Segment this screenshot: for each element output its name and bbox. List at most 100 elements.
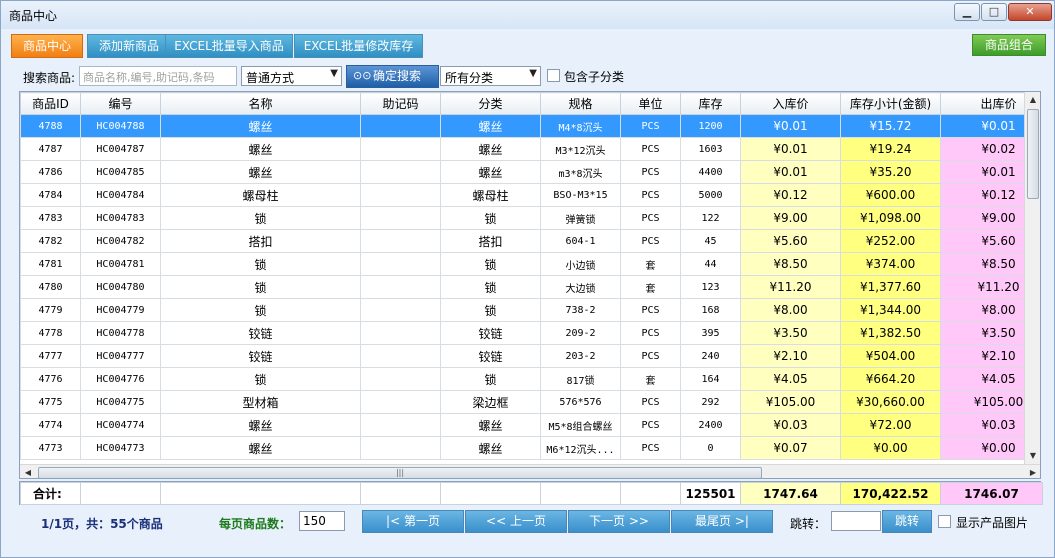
last-page-button[interactable]: 最尾页 >| bbox=[671, 510, 773, 533]
cell-code: HC004776 bbox=[80, 367, 161, 391]
page-info: 1/1页，共：55个商品 bbox=[41, 517, 163, 531]
cell-name: 锁 bbox=[160, 206, 361, 230]
window-title: 商品中心 bbox=[9, 9, 58, 23]
cell-subtotal: ¥600.00 bbox=[840, 183, 941, 207]
col-header-id[interactable]: 商品ID bbox=[20, 92, 81, 115]
tab-product-center[interactable]: 商品中心 bbox=[11, 34, 83, 58]
cell-subtotal: ¥1,377.60 bbox=[840, 275, 941, 299]
table-row[interactable]: 4784 HC004784 螺母柱 螺母柱 BSO-M3*15 PCS 5000 ¥0.12 ¥… bbox=[20, 183, 1040, 207]
search-button-label: 确定搜索 bbox=[373, 69, 422, 83]
cell-id: 4775 bbox=[20, 390, 81, 414]
maximize-button[interactable]: □ bbox=[981, 3, 1007, 21]
cell-subtotal: ¥0.00 bbox=[840, 436, 941, 460]
cell-code: HC004788 bbox=[80, 114, 161, 138]
col-header-subtotal[interactable]: 库存小计(金额) bbox=[840, 92, 941, 115]
cell-mnemonic bbox=[360, 114, 441, 138]
product-group-button[interactable]: 商品组合 bbox=[972, 34, 1046, 56]
cell-code: HC004782 bbox=[80, 229, 161, 253]
cell-stock: 2400 bbox=[680, 413, 741, 437]
cell-stock: 45 bbox=[680, 229, 741, 253]
cell-mnemonic bbox=[360, 229, 441, 253]
show-images-checkbox[interactable] bbox=[938, 515, 951, 528]
cell-code: HC004773 bbox=[80, 436, 161, 460]
scroll-up-icon[interactable]: ▲ bbox=[1025, 92, 1040, 108]
total-out-price: 1746.07 bbox=[940, 482, 1043, 505]
table-row[interactable]: 4787 HC004787 螺丝 螺丝 M3*12沉头 PCS 1603 ¥0.01 ¥19.2… bbox=[20, 137, 1040, 161]
vertical-scrollbar[interactable]: ▲ ▼ bbox=[1024, 92, 1040, 464]
tab-excel-stock[interactable]: EXCEL批量修改库存 bbox=[294, 34, 423, 58]
cell-in-price: ¥0.01 bbox=[740, 160, 841, 184]
cell-unit: PCS bbox=[620, 413, 681, 437]
cell-code: HC004774 bbox=[80, 413, 161, 437]
first-page-button[interactable]: |< 第一页 bbox=[362, 510, 464, 533]
cell-unit: 套 bbox=[620, 252, 681, 276]
col-header-spec[interactable]: 规格 bbox=[540, 92, 621, 115]
category-select[interactable]: 所有分类 ▼ bbox=[440, 66, 541, 86]
cell-category: 搭扣 bbox=[440, 229, 541, 253]
table-row[interactable]: 4773 HC004773 螺丝 螺丝 M6*12沉头... PCS 0 ¥0.07 ¥0.00… bbox=[20, 436, 1040, 460]
cell-code: HC004781 bbox=[80, 252, 161, 276]
prev-page-button[interactable]: << 上一页 bbox=[465, 510, 567, 533]
search-mode-select[interactable]: 普通方式 ▼ bbox=[241, 66, 342, 86]
horizontal-scroll-thumb[interactable]: ||| bbox=[38, 467, 762, 478]
cell-stock: 122 bbox=[680, 206, 741, 230]
col-header-unit[interactable]: 单位 bbox=[620, 92, 681, 115]
vertical-scroll-thumb[interactable] bbox=[1027, 109, 1039, 199]
jump-button[interactable]: 跳转 bbox=[882, 510, 932, 533]
chevron-down-icon: ▼ bbox=[529, 68, 537, 79]
jump-page-input[interactable] bbox=[831, 511, 881, 531]
cell-mnemonic bbox=[360, 344, 441, 368]
cell-spec: 738-2 bbox=[540, 298, 621, 322]
table-row[interactable]: 4776 HC004776 锁锁 817锁套 164 ¥4.05 ¥664.20 ¥4.05 bbox=[20, 367, 1040, 391]
search-button[interactable]: ⊙⊙ 确定搜索 bbox=[346, 65, 439, 88]
cell-id: 4781 bbox=[20, 252, 81, 276]
per-page-input[interactable]: 150 bbox=[299, 511, 345, 531]
totals-empty bbox=[360, 482, 441, 505]
cell-mnemonic bbox=[360, 183, 441, 207]
close-button[interactable]: ✕ bbox=[1008, 3, 1052, 21]
cell-unit: PCS bbox=[620, 321, 681, 345]
scroll-left-icon[interactable]: ◀ bbox=[20, 465, 36, 478]
scroll-right-icon[interactable]: ▶ bbox=[1025, 465, 1040, 478]
table-row[interactable]: 4778 HC004778 铰链 铰链 209-2 PCS 395 ¥3.50 ¥1,382.5… bbox=[20, 321, 1040, 345]
cell-id: 4777 bbox=[20, 344, 81, 368]
minimize-button[interactable]: ▁ bbox=[954, 3, 980, 21]
cell-category: 铰链 bbox=[440, 344, 541, 368]
tab-add-product[interactable]: 添加新商品 bbox=[87, 34, 171, 58]
per-page-label: 每页商品数： bbox=[219, 517, 292, 531]
search-input[interactable]: 商品名称,编号,助记码,条码 bbox=[79, 66, 237, 86]
cell-mnemonic bbox=[360, 390, 441, 414]
table-row[interactable]: 4777 HC004777 铰链 铰链 203-2 PCS 240 ¥2.10 ¥504.00 ¥… bbox=[20, 344, 1040, 368]
show-images-label: 显示产品图片 bbox=[956, 516, 1029, 530]
col-header-name[interactable]: 名称 bbox=[160, 92, 361, 115]
col-header-stock[interactable]: 库存 bbox=[680, 92, 741, 115]
cell-spec: M6*12沉头... bbox=[540, 436, 621, 460]
table-row[interactable]: 4781 HC004781 锁锁小边锁套 44 ¥8.50 ¥374.00 ¥8.50 bbox=[20, 252, 1040, 276]
table-row[interactable]: 4780 HC004780 锁锁大边锁套 123 ¥11.20 ¥1,377.60 ¥11.… bbox=[20, 275, 1040, 299]
col-header-category[interactable]: 分类 bbox=[440, 92, 541, 115]
cell-mnemonic bbox=[360, 137, 441, 161]
minimize-icon: ▁ bbox=[962, 5, 972, 18]
scroll-down-icon[interactable]: ▼ bbox=[1025, 448, 1040, 464]
horizontal-scrollbar[interactable]: ◀ ||| ▶ bbox=[20, 464, 1040, 478]
next-page-button[interactable]: 下一页 >> bbox=[568, 510, 670, 533]
col-header-code[interactable]: 编号 bbox=[80, 92, 161, 115]
table-row[interactable]: 4786 HC004785 螺丝 螺丝 m3*8沉头 PCS 4400 ¥0.01 ¥35.20… bbox=[20, 160, 1040, 184]
table-row[interactable]: 4788 HC004788 螺丝 螺丝 M4*8沉头 PCS 1200 ¥0.01 ¥15.72… bbox=[20, 114, 1040, 138]
col-header-in-price[interactable]: 入库价 bbox=[740, 92, 841, 115]
col-header-mnemonic[interactable]: 助记码 bbox=[360, 92, 441, 115]
include-subcategory-checkbox[interactable] bbox=[547, 69, 560, 82]
table-row[interactable]: 4774 HC004774 螺丝 螺丝 M5*8组合螺丝 PCS 2400 ¥0.03 ¥72.… bbox=[20, 413, 1040, 437]
cell-mnemonic bbox=[360, 321, 441, 345]
totals-empty bbox=[540, 482, 621, 505]
table-row[interactable]: 4775 HC004775 型材箱 梁边框 576*576 PCS 292 ¥105.00 ¥3… bbox=[20, 390, 1040, 414]
tab-excel-import[interactable]: EXCEL批量导入商品 bbox=[165, 34, 293, 58]
cell-in-price: ¥5.60 bbox=[740, 229, 841, 253]
table-row[interactable]: 4782 HC004782 搭扣 搭扣 604-1 PCS 45 ¥5.60 ¥252.00 ¥5… bbox=[20, 229, 1040, 253]
table-row[interactable]: 4783 HC004783 锁锁弹簧锁 PCS 122 ¥9.00 ¥1,098.00 ¥9.… bbox=[20, 206, 1040, 230]
cell-id: 4773 bbox=[20, 436, 81, 460]
cell-subtotal: ¥664.20 bbox=[840, 367, 941, 391]
table-row[interactable]: 4779 HC004779 锁锁 738-2 PCS 168 ¥8.00 ¥1,344.00 ¥… bbox=[20, 298, 1040, 322]
cell-name: 螺丝 bbox=[160, 114, 361, 138]
cell-mnemonic bbox=[360, 160, 441, 184]
